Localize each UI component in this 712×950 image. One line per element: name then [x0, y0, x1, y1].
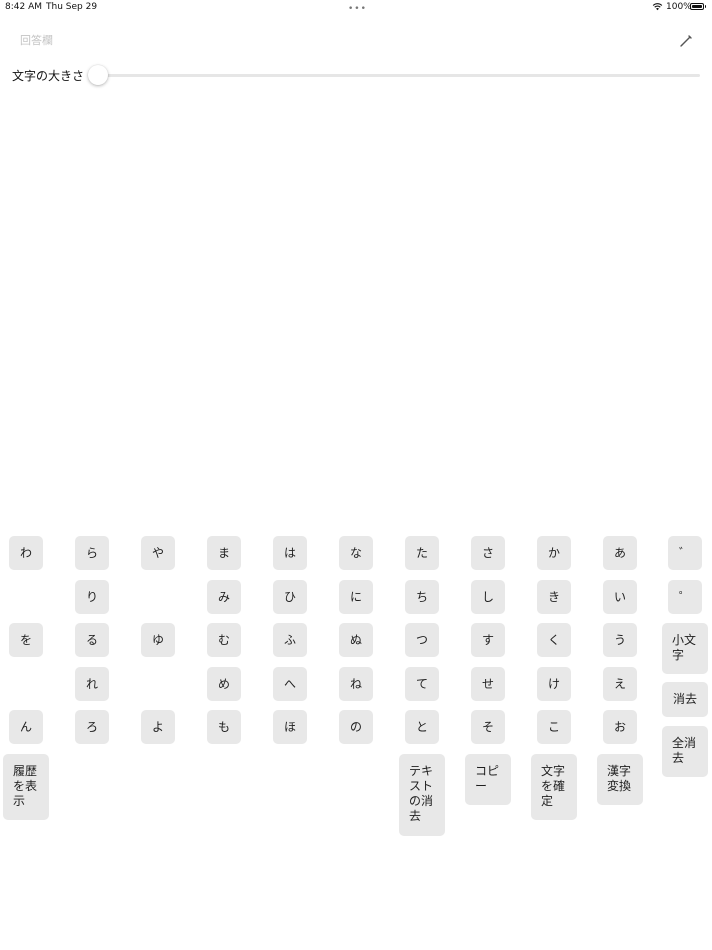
kana-key-ta-4[interactable]: と [405, 710, 439, 744]
show-history-key[interactable]: 履歴を表示 [3, 754, 49, 820]
pencil-icon[interactable] [678, 33, 694, 49]
kana-key-na-0[interactable]: な [339, 536, 373, 570]
kana-key-ya-4[interactable]: よ [141, 710, 175, 744]
kana-key-ka-1[interactable]: き [537, 580, 571, 614]
kana-key-a-4[interactable]: お [603, 710, 637, 744]
kana-key-ka-2[interactable]: く [537, 623, 571, 657]
kana-key-ra-2[interactable]: る [75, 623, 109, 657]
kana-key-ra-4[interactable]: ろ [75, 710, 109, 744]
kana-key-sa-1[interactable]: し [471, 580, 505, 614]
battery-icon [690, 3, 706, 10]
kana-key-ma-0[interactable]: ま [207, 536, 241, 570]
kana-key-ta-0[interactable]: た [405, 536, 439, 570]
confirm-text-key[interactable]: 文字を確定 [531, 754, 577, 820]
kana-key-ha-4[interactable]: ほ [273, 710, 307, 744]
status-bar: 8:42 AM Thu Sep 29 ••• 100% [0, 0, 712, 16]
multitasking-dots-icon[interactable]: ••• [348, 4, 367, 14]
kana-key-sa-3[interactable]: せ [471, 667, 505, 701]
kana-key-ta-2[interactable]: つ [405, 623, 439, 657]
kana-key-ha-1[interactable]: ひ [273, 580, 307, 614]
kana-key-ka-3[interactable]: け [537, 667, 571, 701]
kana-key-sa-2[interactable]: す [471, 623, 505, 657]
kana-key-na-2[interactable]: ぬ [339, 623, 373, 657]
kana-key-ra-3[interactable]: れ [75, 667, 109, 701]
kana-key-ha-2[interactable]: ふ [273, 623, 307, 657]
kanji-convert-key[interactable]: 漢字変換 [597, 754, 643, 805]
kana-key-na-1[interactable]: に [339, 580, 373, 614]
kana-key-ra-1[interactable]: り [75, 580, 109, 614]
kana-key-ta-3[interactable]: て [405, 667, 439, 701]
handakuten-key[interactable]: ゜ [668, 580, 702, 614]
font-size-label: 文字の大きさ [12, 69, 85, 83]
kana-key-sa-4[interactable]: そ [471, 710, 505, 744]
kana-key-ka-0[interactable]: か [537, 536, 571, 570]
kana-key-ya-0[interactable]: や [141, 536, 175, 570]
kana-key-ma-4[interactable]: も [207, 710, 241, 744]
kana-key-a-1[interactable]: い [603, 580, 637, 614]
kana-key-ma-3[interactable]: め [207, 667, 241, 701]
small-char-key[interactable]: 小文字 [662, 623, 708, 674]
kana-key-ka-4[interactable]: こ [537, 710, 571, 744]
kana-key-ma-1[interactable]: み [207, 580, 241, 614]
answer-field[interactable] [14, 28, 666, 52]
copy-key[interactable]: コピー [465, 754, 511, 805]
kana-key-sa-0[interactable]: さ [471, 536, 505, 570]
kana-key-ha-0[interactable]: は [273, 536, 307, 570]
kana-key-a-3[interactable]: え [603, 667, 637, 701]
wifi-icon [652, 3, 663, 11]
kana-key-ha-3[interactable]: へ [273, 667, 307, 701]
clear-all-key[interactable]: 全消去 [662, 726, 708, 777]
kana-key-ra-0[interactable]: ら [75, 536, 109, 570]
kana-key-wa-0[interactable]: わ [9, 536, 43, 570]
kana-key-wa-4[interactable]: ん [9, 710, 43, 744]
kana-key-na-3[interactable]: ね [339, 667, 373, 701]
kana-key-ya-2[interactable]: ゆ [141, 623, 175, 657]
delete-key[interactable]: 消去 [662, 682, 708, 717]
dakuten-key[interactable]: ゛ [668, 536, 702, 570]
kana-key-wa-2[interactable]: を [9, 623, 43, 657]
kana-key-ta-1[interactable]: ち [405, 580, 439, 614]
battery-percentage: 100% [666, 2, 692, 12]
status-date: Thu Sep 29 [46, 2, 98, 12]
status-time: 8:42 AM [5, 2, 42, 12]
font-size-slider-track[interactable] [90, 74, 700, 77]
kana-key-a-0[interactable]: あ [603, 536, 637, 570]
clear-text-key[interactable]: テキストの消去 [399, 754, 445, 836]
font-size-slider-thumb[interactable] [88, 65, 108, 85]
kana-key-a-2[interactable]: う [603, 623, 637, 657]
kana-key-ma-2[interactable]: む [207, 623, 241, 657]
kana-key-na-4[interactable]: の [339, 710, 373, 744]
